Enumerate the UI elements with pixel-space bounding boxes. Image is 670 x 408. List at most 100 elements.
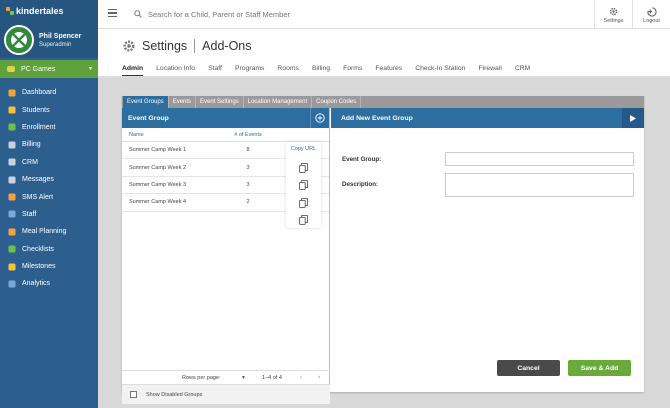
sms-alert-icon	[8, 193, 16, 201]
sidebar-item-enrollment[interactable]: Enrollment	[0, 119, 98, 136]
sidebar-item-students[interactable]: Students	[0, 101, 98, 118]
sidebar-item-label: Students	[22, 106, 50, 114]
settings-tabs: Admin Location Info Staff Programs Rooms Bill…	[122, 65, 543, 76]
logout-button[interactable]: Logout	[632, 0, 670, 29]
settings-gear-icon	[123, 40, 135, 52]
sidebar-item-label: Staff	[22, 210, 37, 218]
tab-location-info[interactable]: Location Info	[156, 65, 195, 76]
sidebar-item-crm[interactable]: CRM	[0, 154, 98, 171]
collapse-panel-button[interactable]	[622, 108, 644, 128]
sidebar-item-checklists[interactable]: Checklists	[0, 241, 98, 258]
sidebar-item-label: CRM	[22, 158, 38, 166]
brand-mark-icon	[6, 7, 14, 15]
show-disabled-checkbox[interactable]	[130, 391, 137, 398]
messages-icon	[8, 176, 16, 184]
copy-icon[interactable]	[299, 212, 308, 226]
copy-icon[interactable]	[299, 177, 308, 191]
sidebar-item-label: SMS Alert	[22, 193, 54, 201]
user-profile[interactable]: Phil Spencer Superadmin	[0, 22, 98, 58]
description-field-label: Description:	[342, 181, 379, 188]
next-page-icon[interactable]: ›	[318, 374, 320, 381]
sidebar-item-label: Enrollment	[22, 123, 56, 131]
tab-crm[interactable]: CRM	[515, 65, 530, 76]
previous-page-icon[interactable]: ‹	[300, 374, 302, 381]
search-icon	[134, 10, 142, 18]
event-group-name: Summer Camp Week 3	[129, 181, 187, 188]
sidebar-item-sms-alert[interactable]: SMS Alert	[0, 188, 98, 205]
settings-button[interactable]: Settings	[594, 0, 632, 29]
chevron-down-icon: ▾	[88, 66, 92, 72]
gear-icon	[609, 7, 618, 15]
column-name[interactable]: Name	[129, 132, 144, 138]
sidebar-item-milestones[interactable]: Milestones	[0, 258, 98, 275]
avatar	[4, 25, 34, 55]
students-icon	[8, 106, 16, 114]
search-input[interactable]	[148, 9, 428, 19]
column-count[interactable]: # of Events	[234, 132, 262, 138]
sidebar-item-dashboard[interactable]: Dashboard	[0, 84, 98, 101]
subtab-location-management[interactable]: Location Management	[244, 96, 313, 108]
tab-programs[interactable]: Programs	[235, 65, 264, 76]
event-group-title: Event Group	[128, 114, 169, 122]
billing-icon	[8, 141, 16, 149]
menu-icon[interactable]	[108, 9, 117, 18]
sidebar-item-messages[interactable]: Messages	[0, 171, 98, 188]
sidebar-nav: Dashboard Students Enrollment Billing CRM Mes…	[0, 84, 98, 293]
location-selector[interactable]: PC Games ▾	[0, 60, 98, 78]
subtab-event-groups[interactable]: Event Groups	[123, 96, 169, 108]
event-group-input[interactable]	[445, 152, 634, 166]
tab-forms[interactable]: Forms	[343, 65, 362, 76]
save-and-add-button[interactable]: Save & Add	[568, 360, 631, 376]
page-subtitle: Add-Ons	[202, 39, 252, 53]
settings-label: Settings	[603, 17, 624, 24]
top-bar: Settings Logout	[98, 0, 670, 29]
play-arrow-icon	[630, 114, 636, 122]
crm-icon	[8, 158, 16, 166]
sidebar-item-label: Dashboard	[22, 89, 57, 97]
tab-rooms[interactable]: Rooms	[277, 65, 299, 76]
sidebar-item-label: Billing	[22, 141, 41, 149]
sidebar-item-label: Messages	[22, 176, 54, 184]
brand-name: kindertales	[16, 6, 64, 16]
tab-staff[interactable]: Staff	[208, 65, 222, 76]
sidebar-item-meal-planning[interactable]: Meal Planning	[0, 223, 98, 240]
subtab-events[interactable]: Events	[169, 96, 197, 108]
tab-firewall[interactable]: Firewall	[478, 65, 501, 76]
subtab-coupon-codes[interactable]: Coupon Codes	[312, 96, 362, 108]
event-group-name: Summer Camp Week 2	[129, 164, 187, 171]
description-input[interactable]	[445, 173, 634, 197]
event-group-field-label: Event Group:	[342, 156, 382, 163]
logout-icon	[647, 6, 657, 17]
sidebar-item-billing[interactable]: Billing	[0, 136, 98, 153]
logout-label: Logout	[643, 17, 660, 24]
user-role: Superadmin	[39, 41, 72, 48]
tab-check-in-station[interactable]: Check-In Station	[415, 65, 465, 76]
games-icon	[7, 65, 15, 73]
new-event-group-header: Add New Event Group	[331, 108, 644, 128]
event-count: 3	[246, 164, 250, 171]
subtab-event-settings[interactable]: Event Settings	[196, 96, 244, 108]
rows-per-page-select[interactable]: ▼	[241, 375, 246, 381]
sidebar-item-label: Checklists	[22, 245, 54, 253]
xbox-logo-icon	[11, 32, 27, 48]
sidebar-item-analytics[interactable]: Analytics	[0, 275, 98, 292]
tab-features[interactable]: Features	[375, 65, 402, 76]
page-range: 1–4 of 4	[262, 375, 282, 381]
search-bar	[134, 6, 434, 22]
brand-logo[interactable]: kindertales	[0, 0, 98, 22]
add-circle-icon[interactable]	[315, 113, 325, 123]
event-count: 8	[246, 147, 250, 154]
event-group-name: Summer Camp Week 4	[129, 199, 187, 206]
copy-icon[interactable]	[299, 160, 308, 173]
location-label: PC Games	[21, 65, 56, 73]
tab-billing[interactable]: Billing	[312, 65, 330, 76]
event-group-header: Event Group	[122, 108, 329, 128]
copy-icon[interactable]	[299, 195, 308, 208]
staff-icon	[8, 210, 16, 218]
enrollment-icon	[8, 123, 16, 131]
sidebar-item-staff[interactable]: Staff	[0, 206, 98, 223]
tab-admin[interactable]: Admin	[122, 65, 144, 76]
sidebar-item-label: Meal Planning	[22, 228, 67, 236]
show-disabled-footer: Show Disabled Groups	[122, 384, 330, 404]
cancel-button[interactable]: Cancel	[497, 360, 560, 376]
